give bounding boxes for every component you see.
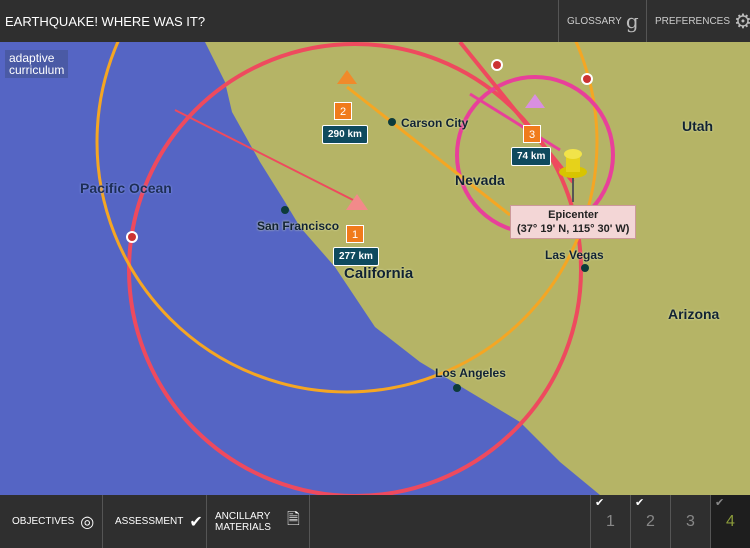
station-2-distance: 290 km (322, 125, 368, 144)
station-3-number[interactable]: 3 (523, 125, 541, 143)
label-california: California (344, 265, 414, 282)
gear-icon: ⚙ (734, 10, 750, 33)
label-utah: Utah (682, 118, 714, 134)
ancillary-materials-button[interactable]: ANCILLARY MATERIALS 🗎 (207, 495, 310, 548)
label-nevada: Nevada (455, 172, 505, 188)
page-3-button[interactable]: 3 (670, 495, 710, 548)
epicenter-label: Epicenter (37° 19' N, 115° 30' W) (510, 205, 637, 239)
station-1-distance: 277 km (333, 247, 379, 266)
station-3-distance: 74 km (511, 147, 552, 166)
station-1-number[interactable]: 1 (346, 225, 364, 243)
map[interactable]: adaptive curriculum Pacific Ocean Carson … (0, 42, 750, 495)
page-number: 2 (646, 513, 655, 530)
check-icon: ✔ (595, 497, 605, 509)
preferences-label: PREFERENCES (655, 15, 731, 27)
label-los-angeles: Los Angeles (435, 366, 506, 380)
glossary-button[interactable]: GLOSSARY g (558, 0, 646, 42)
label-san-francisco: San Francisco (257, 219, 340, 233)
adaptive-curriculum-logo: adaptive curriculum (5, 50, 69, 78)
label-arizona: Arizona (668, 306, 720, 322)
label-pacific-ocean: Pacific Ocean (80, 180, 172, 196)
check-icon: ✔ (715, 497, 725, 509)
page-4-button[interactable]: ✔ 4 (710, 495, 750, 548)
header-bar: EARTHQUAKE! WHERE WAS IT? GLOSSARY g PREF… (0, 0, 750, 42)
target-icon: ◎ (80, 513, 95, 531)
page-number: 3 (686, 513, 695, 530)
assessment-label: ASSESSMENT (115, 516, 184, 527)
page-2-button[interactable]: ✔ 2 (630, 495, 670, 548)
station-2-number[interactable]: 2 (334, 102, 352, 120)
document-icon: 🗎 (286, 511, 300, 528)
preferences-button[interactable]: PREFERENCES ⚙ (646, 0, 750, 42)
page-1-button[interactable]: ✔ 1 (590, 495, 630, 548)
objectives-label: OBJECTIVES (12, 516, 75, 527)
checkmark-icon: ✔ (189, 513, 203, 531)
objectives-button[interactable]: OBJECTIVES ◎ (0, 495, 103, 548)
label-las-vegas: Las Vegas (545, 248, 604, 262)
check-icon: ✔ (635, 497, 645, 509)
footer-bar: OBJECTIVES ◎ ASSESSMENT ✔ ANCILLARY MATERIA… (0, 495, 750, 548)
page-title: EARTHQUAKE! WHERE WAS IT? (5, 14, 206, 29)
glossary-g-icon: g (625, 9, 639, 33)
ancillary-label: ANCILLARY MATERIALS (215, 510, 271, 533)
page-number: 4 (726, 513, 735, 530)
label-carson-city: Carson City (401, 116, 469, 130)
glossary-label: GLOSSARY (567, 15, 622, 27)
page-number: 1 (606, 513, 615, 530)
assessment-button[interactable]: ASSESSMENT ✔ (103, 495, 207, 548)
